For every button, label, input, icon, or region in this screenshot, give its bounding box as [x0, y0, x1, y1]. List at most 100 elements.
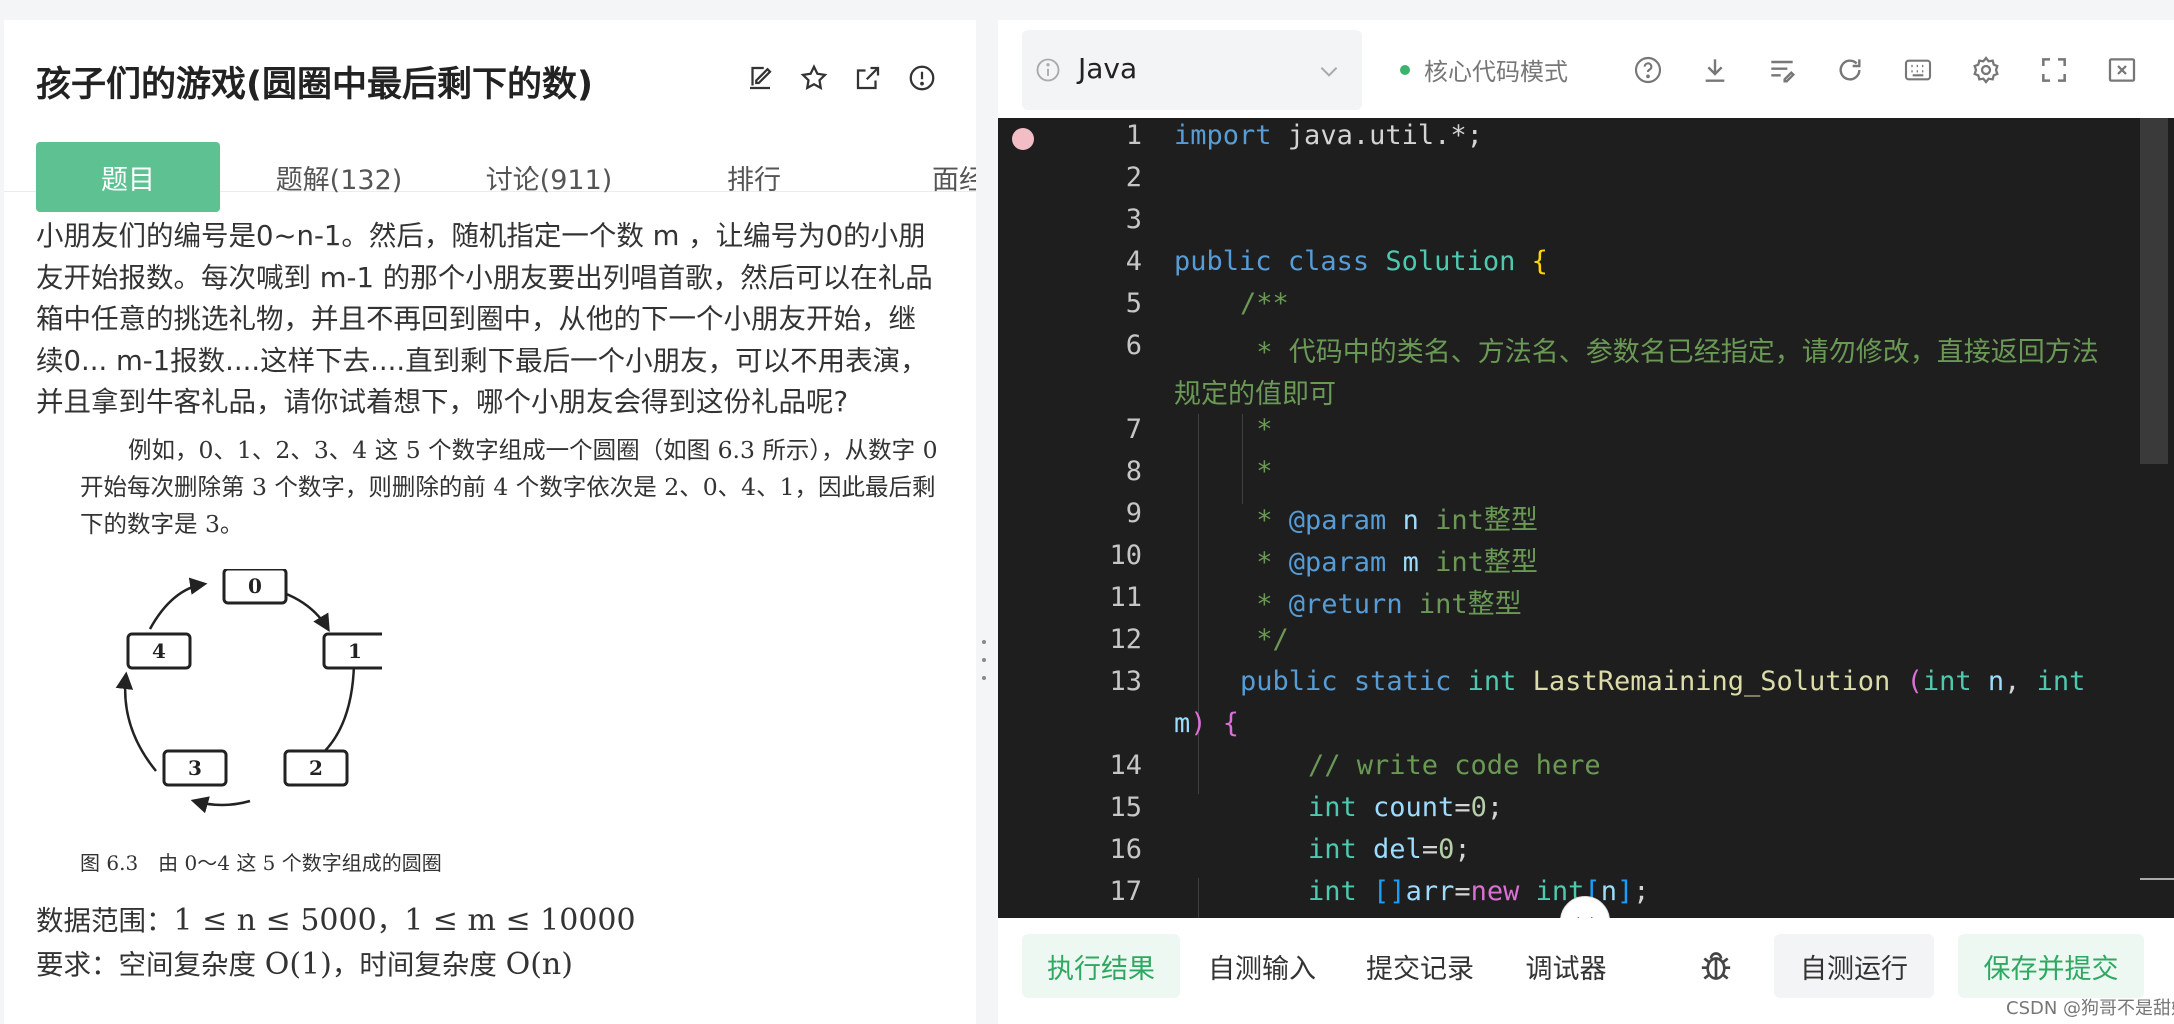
- scroll-position-marker: [2140, 878, 2174, 880]
- code-line: */: [1240, 624, 1289, 655]
- figure-caption: 图 6.3 由 0～4 这 5 个数字组成的圆圈: [80, 851, 442, 875]
- reset-icon[interactable]: [1830, 50, 1870, 90]
- download-icon[interactable]: [1695, 50, 1735, 90]
- line-number: 5: [1125, 288, 1142, 319]
- book-paragraph: 例如，0、1、2、3、4 这 5 个数字组成一个圆圈（如图 6.3 所示），从数…: [80, 436, 938, 538]
- tab-discussion[interactable]: 讨论(911): [464, 142, 634, 212]
- code-line: import java.util.*;: [1174, 120, 1483, 151]
- fullscreen-icon[interactable]: [2034, 50, 2074, 90]
- report-icon[interactable]: [904, 60, 940, 96]
- problem-tabs: 题目 题解(132) 讨论(911) 排行 面经: [4, 120, 976, 212]
- code-line: *: [1240, 414, 1273, 445]
- range-label: 数据范围：: [36, 905, 174, 937]
- console-bar: 执行结果 自测输入 提交记录 调试器 自测运行 保存并提交: [998, 918, 2174, 1024]
- line-number: 9: [1125, 498, 1142, 529]
- tab-debugger[interactable]: 调试器: [1516, 934, 1616, 998]
- line-number: 13: [1109, 666, 1142, 697]
- code-line-wrap: m) {: [1174, 708, 1240, 739]
- help-icon[interactable]: [1628, 50, 1668, 90]
- external-link-icon[interactable]: [850, 60, 886, 96]
- mode-status-dot: [1400, 64, 1410, 75]
- complexity-requirement: 要求：空间复杂度 O(1)，时间复杂度 O(n): [36, 942, 573, 982]
- circle-diagram: 0 1 2 3 4: [115, 569, 382, 814]
- line-number: 3: [1125, 204, 1142, 235]
- edit-icon[interactable]: [742, 60, 778, 96]
- keyboard-icon[interactable]: [1898, 50, 1938, 90]
- problem-header: 孩子们的游戏(圆圈中最后剩下的数): [4, 20, 976, 120]
- panel-resize-handle[interactable]: [980, 640, 988, 680]
- svg-text:3: 3: [188, 756, 202, 780]
- problem-description: 小朋友们的编号是0~n-1。然后，随机指定一个数 m ，让编号为0的小朋友开始报…: [36, 220, 933, 418]
- range-math-m: 1 ≤ m ≤ 10000: [404, 903, 636, 938]
- line-number: 15: [1109, 792, 1142, 823]
- circle-node-1: 1: [322, 632, 382, 670]
- language-label: Java: [1078, 52, 1138, 85]
- code-line: public static int LastRemaining_Solution…: [1240, 666, 2086, 697]
- breakpoint-marker[interactable]: [1012, 128, 1034, 150]
- code-line: * @param m int整型: [1240, 547, 1538, 578]
- editor-scrollbar[interactable]: [2140, 118, 2168, 464]
- code-line: public class Solution {: [1174, 246, 1548, 277]
- line-number: 2: [1125, 162, 1142, 193]
- tab-run-result[interactable]: 执行结果: [1022, 934, 1180, 998]
- req-mid: ，时间复杂度: [331, 949, 506, 981]
- code-line-wrap: 规定的值即可: [1174, 379, 1336, 410]
- circle-node-4: 4: [126, 632, 192, 670]
- code-mode-label: 核心代码模式: [1424, 58, 1568, 86]
- tab-ranking[interactable]: 排行: [684, 142, 824, 212]
- language-select[interactable]: Java: [1022, 30, 1362, 110]
- line-number: 6: [1125, 330, 1142, 361]
- circle-node-3: 3: [162, 749, 228, 787]
- svg-text:0: 0: [248, 574, 262, 598]
- data-range: 数据范围：1 ≤ n ≤ 5000，1 ≤ m ≤ 10000: [36, 898, 636, 938]
- range-math-n: 1 ≤ n ≤ 5000: [173, 903, 377, 938]
- code-line: * @param n int整型: [1240, 505, 1538, 536]
- tab-submissions[interactable]: 提交记录: [1360, 934, 1480, 998]
- chevron-down-icon: [1577, 916, 1593, 918]
- code-line: *: [1240, 456, 1273, 487]
- chevron-down-icon: [1316, 58, 1342, 88]
- problem-panel: 孩子们的游戏(圆圈中最后剩下的数) 题目 题解(132) 讨论(911) 排行 …: [4, 20, 976, 1024]
- line-number: 4: [1125, 246, 1142, 277]
- settings-gear-icon[interactable]: [1966, 50, 2006, 90]
- line-number: 12: [1109, 624, 1142, 655]
- code-editor[interactable]: 1 2 3 4 5 6 7 8 9 10 11 12 13 14 15 16 1…: [998, 118, 2174, 918]
- time-complexity: O(n): [505, 947, 573, 982]
- page-title: 孩子们的游戏(圆圈中最后剩下的数): [36, 65, 593, 105]
- svg-text:2: 2: [309, 756, 323, 780]
- code-line: // write code here: [1308, 750, 1601, 781]
- range-separator: ，: [376, 905, 405, 937]
- line-number: 10: [1109, 540, 1142, 571]
- watermark: CSDN @狗哥不是甜妹: [2006, 998, 2174, 1019]
- line-number: 16: [1109, 834, 1142, 865]
- line-number: 8: [1125, 456, 1142, 487]
- format-code-icon[interactable]: [1762, 50, 1802, 90]
- tab-solutions[interactable]: 题解(132): [254, 142, 424, 212]
- svg-text:1: 1: [348, 639, 362, 663]
- tab-problem[interactable]: 题目: [36, 142, 220, 212]
- save-submit-button[interactable]: 保存并提交: [1958, 934, 2144, 998]
- book-excerpt-image: 例如，0、1、2、3、4 这 5 个数字组成一个圆圈（如图 6.3 所示），从数…: [34, 432, 954, 882]
- collapse-panel-icon[interactable]: [2102, 50, 2142, 90]
- code-mode[interactable]: 核心代码模式: [1400, 52, 1568, 87]
- line-number: 17: [1109, 876, 1142, 907]
- code-line: int del=0;: [1308, 834, 1471, 865]
- line-number: 7: [1125, 414, 1142, 445]
- svg-text:4: 4: [152, 639, 166, 663]
- info-icon: [1034, 56, 1062, 88]
- code-line: * 代码中的类名、方法名、参数名已经指定，请勿修改，直接返回方法: [1240, 337, 2099, 368]
- code-line: int count=0;: [1308, 792, 1504, 823]
- code-line: /**: [1240, 288, 1289, 319]
- circle-node-0: 0: [222, 569, 288, 605]
- bug-icon[interactable]: [1696, 946, 1736, 986]
- line-number: 11: [1109, 582, 1142, 613]
- req-label: 要求：空间复杂度: [36, 949, 265, 981]
- star-icon[interactable]: [796, 60, 832, 96]
- space-complexity: O(1): [264, 947, 332, 982]
- run-test-button[interactable]: 自测运行: [1774, 934, 1934, 998]
- code-line: * @return int整型: [1240, 589, 1522, 620]
- tab-interview[interactable]: 面经: [932, 142, 976, 212]
- line-number: 1: [1125, 120, 1142, 151]
- line-number: 14: [1109, 750, 1142, 781]
- tab-custom-input[interactable]: 自测输入: [1202, 934, 1322, 998]
